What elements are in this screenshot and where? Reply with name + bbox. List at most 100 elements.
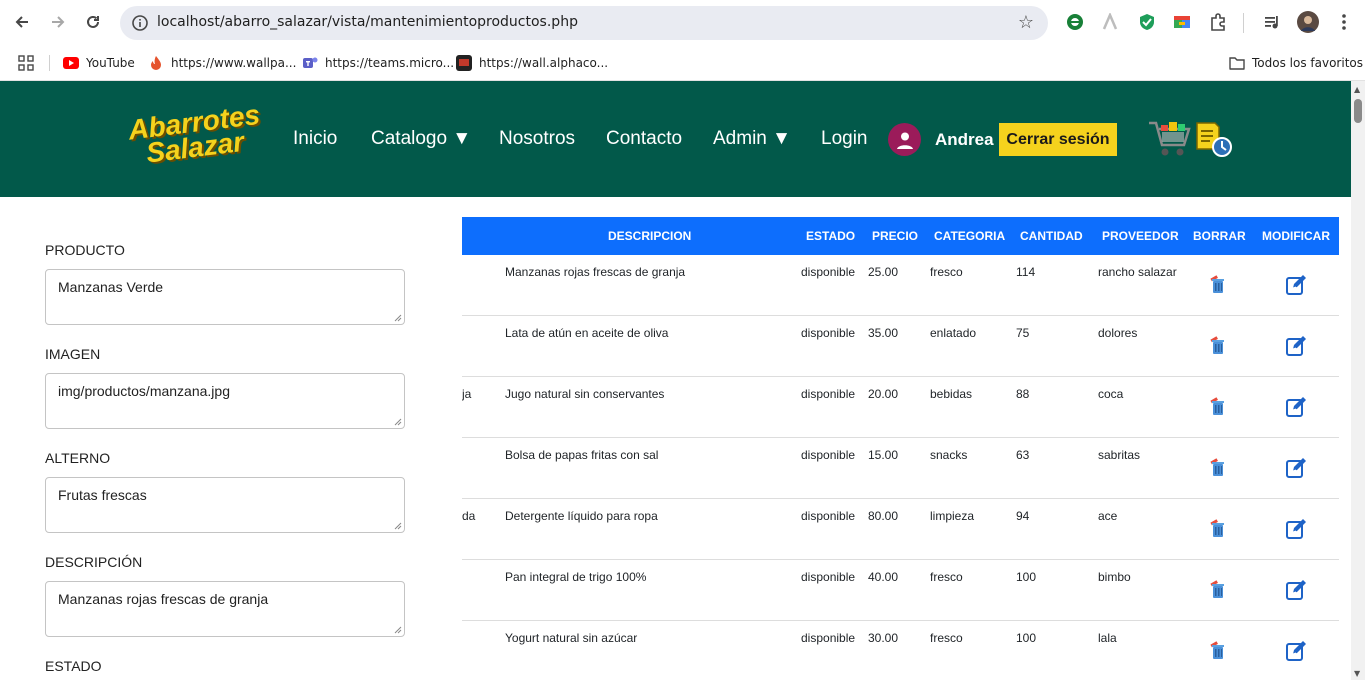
alterno-label: ALTERNO [45, 450, 111, 466]
descripcion-field[interactable]: Manzanas rojas frescas de granja [45, 581, 405, 637]
cell-cantidad: 88 [1016, 387, 1030, 401]
table-header: DESCRIPCION ESTADO PRECIO CATEGORIA CANT… [462, 217, 1339, 255]
scroll-down-arrow-icon[interactable]: ▼ [1354, 669, 1360, 678]
edit-icon[interactable] [1285, 640, 1307, 662]
puzzle-icon[interactable] [1208, 12, 1228, 32]
cell-precio: 80.00 [868, 509, 899, 523]
apps-grid-icon[interactable] [18, 52, 34, 74]
url-text: localhost/abarro_salazar/vista/mantenimi… [157, 14, 578, 30]
flame-icon [151, 56, 161, 70]
cell-descripcion: Jugo natural sin conservantes [505, 387, 665, 401]
cell-precio: 40.00 [868, 570, 899, 584]
site-info-icon[interactable] [130, 13, 150, 33]
nav-inicio[interactable]: Inicio [293, 128, 337, 150]
delete-icon[interactable] [1209, 457, 1227, 477]
resize-handle-icon[interactable] [394, 418, 402, 426]
shield-icon[interactable] [1137, 12, 1157, 32]
cell-categoria: fresco [930, 265, 963, 279]
edit-icon[interactable] [1285, 396, 1307, 418]
bookmark-star-icon[interactable]: ☆ [1018, 12, 1034, 33]
col-modificar: MODIFICAR [1262, 229, 1330, 243]
profile-avatar[interactable] [1297, 11, 1319, 33]
address-bar[interactable]: localhost/abarro_salazar/vista/mantenimi… [120, 6, 1048, 40]
cell-precio: 25.00 [868, 265, 899, 279]
more-menu-icon[interactable] [1334, 12, 1354, 32]
resize-handle-icon[interactable] [394, 522, 402, 530]
extension-a-icon[interactable] [1100, 12, 1120, 32]
col-estado: ESTADO [806, 229, 856, 243]
browser-toolbar: localhost/abarro_salazar/vista/mantenimi… [0, 0, 1365, 46]
nav-admin[interactable]: Admin ▼ [713, 128, 791, 150]
colorful-extension-icon[interactable] [1172, 12, 1192, 32]
reload-icon[interactable] [80, 9, 106, 35]
descripcion-value: Manzanas rojas frescas de granja [58, 591, 269, 607]
cell-categoria: fresco [930, 570, 963, 584]
bookmark-teams[interactable]: https://teams.micro... [302, 52, 454, 74]
cell-descripcion: Yogurt natural sin azúcar [505, 631, 638, 645]
table-row: da Detergente líquido para ropa disponible… [462, 499, 1339, 560]
edit-icon[interactable] [1285, 335, 1307, 357]
bookmark-alphacoders[interactable]: https://wall.alphaco... [456, 52, 608, 74]
cell-proveedor: ace [1098, 509, 1118, 523]
cell-precio: 35.00 [868, 326, 899, 340]
bookmark-youtube[interactable]: YouTube [63, 52, 135, 74]
delete-icon[interactable] [1209, 579, 1227, 599]
scroll-thumb[interactable] [1354, 99, 1362, 123]
cell-categoria: snacks [930, 448, 968, 462]
delete-icon[interactable] [1209, 518, 1227, 538]
nav-nosotros[interactable]: Nosotros [499, 128, 575, 150]
shopping-cart-icon[interactable] [1147, 117, 1191, 159]
bookmark-label: https://wall.alphaco... [479, 56, 609, 70]
logout-button[interactable]: Cerrar sesión [999, 123, 1117, 156]
table-row: Yogurt natural sin azúcar disponible 30.00… [462, 621, 1339, 680]
back-arrow-icon[interactable] [9, 9, 35, 35]
cell-proveedor: bimbo [1098, 570, 1131, 584]
producto-field[interactable]: Manzanas Verde [45, 269, 405, 325]
username: Andrea [935, 130, 994, 149]
edit-icon[interactable] [1285, 274, 1307, 296]
cell-descripcion: Detergente líquido para ropa [505, 509, 658, 523]
alterno-field[interactable]: Frutas frescas [45, 477, 405, 533]
resize-handle-icon[interactable] [394, 626, 402, 634]
media-queue-icon[interactable] [1262, 12, 1282, 32]
cell-estado: disponible [801, 448, 856, 462]
cell-estado: disponible [801, 326, 856, 340]
all-bookmarks[interactable]: Todos los favoritos [1229, 52, 1363, 74]
delete-icon[interactable] [1209, 396, 1227, 416]
col-borrar: BORRAR [1193, 229, 1246, 243]
user-avatar-icon[interactable] [888, 123, 921, 156]
cell-categoria: bebidas [930, 387, 973, 401]
extension-green-icon[interactable] [1065, 12, 1085, 32]
cell-descripcion: Pan integral de trigo 100% [505, 570, 647, 584]
nav-catalogo[interactable]: Catalogo ▼ [371, 128, 471, 150]
cell-clip: da [462, 509, 476, 523]
table-row: Lata de atún en aceite de oliva disponibl… [462, 316, 1339, 377]
cell-categoria: limpieza [930, 509, 975, 523]
bookmark-wallpaper[interactable]: https://www.wallpa... [148, 52, 296, 74]
edit-icon[interactable] [1285, 457, 1307, 479]
cell-proveedor: coca [1098, 387, 1124, 401]
cell-precio: 20.00 [868, 387, 899, 401]
resize-handle-icon[interactable] [394, 314, 402, 322]
scroll-up-arrow-icon[interactable]: ▲ [1354, 85, 1360, 94]
order-history-icon[interactable] [1193, 119, 1235, 159]
imagen-field[interactable]: img/productos/manzana.jpg [45, 373, 405, 429]
delete-icon[interactable] [1209, 274, 1227, 294]
table-row: Pan integral de trigo 100% disponible 40.0… [462, 560, 1339, 621]
edit-icon[interactable] [1285, 518, 1307, 540]
edit-icon[interactable] [1285, 579, 1307, 601]
cell-estado: disponible [801, 509, 856, 523]
bookmark-label: https://www.wallpa... [171, 56, 297, 70]
delete-icon[interactable] [1209, 335, 1227, 355]
col-categoria: CATEGORIA [934, 229, 1006, 243]
forward-arrow-icon[interactable] [45, 9, 71, 35]
col-precio: PRECIO [872, 229, 919, 243]
delete-icon[interactable] [1209, 640, 1227, 660]
cell-cantidad: 114 [1016, 265, 1036, 279]
nav-contacto[interactable]: Contacto [606, 128, 682, 150]
cell-cantidad: 100 [1016, 570, 1037, 584]
nav-login[interactable]: Login [821, 128, 868, 150]
page-scrollbar[interactable]: ▲ ▼ [1351, 81, 1365, 680]
bookmarks-divider [49, 55, 50, 71]
cell-clip: ja [462, 387, 472, 401]
